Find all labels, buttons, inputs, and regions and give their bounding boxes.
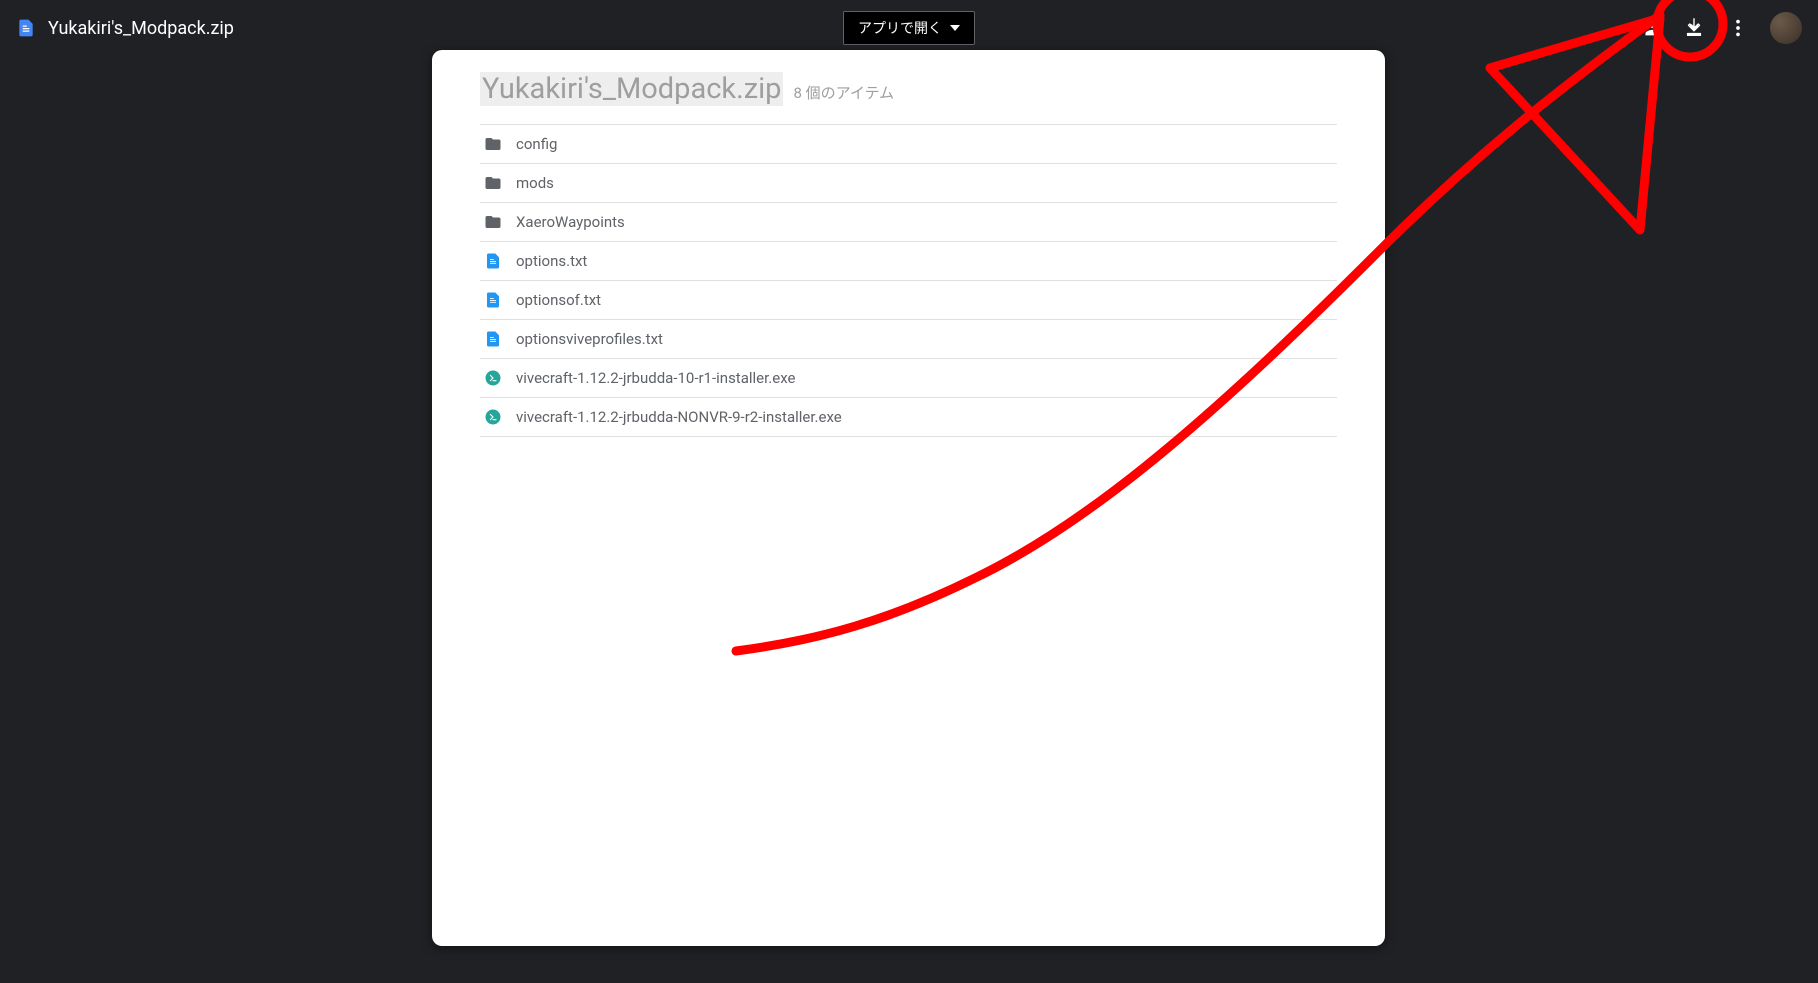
open-with-section: アプリで開く — [843, 11, 975, 45]
file-item[interactable]: mods — [480, 164, 1337, 203]
file-item[interactable]: optionsof.txt — [480, 281, 1337, 320]
open-with-label: アプリで開く — [858, 18, 942, 38]
file-item-name: XaeroWaypoints — [516, 213, 625, 231]
file-item[interactable]: vivecraft-1.12.2-jrbudda-10-r1-installer… — [480, 359, 1337, 398]
file-item-name: config — [516, 135, 557, 153]
file-item-name: optionsof.txt — [516, 291, 601, 309]
file-item[interactable]: config — [480, 125, 1337, 164]
archive-title: Yukakiri's_Modpack.zip — [480, 72, 783, 106]
add-people-button[interactable] — [1638, 16, 1662, 40]
download-icon — [1683, 17, 1705, 39]
item-count-label: 8 個のアイテム — [793, 82, 894, 103]
more-vertical-icon — [1727, 17, 1749, 39]
card-header: Yukakiri's_Modpack.zip 8 個のアイテム — [480, 72, 1337, 125]
executable-icon — [484, 369, 502, 387]
chevron-down-icon — [950, 23, 960, 33]
file-item-name: vivecraft-1.12.2-jrbudda-NONVR-9-r2-inst… — [516, 408, 842, 426]
file-item-name: options.txt — [516, 252, 587, 270]
archive-content-card: Yukakiri's_Modpack.zip 8 個のアイテム config mo… — [432, 50, 1385, 946]
file-list: config mods XaeroWaypoints options.txt optio… — [480, 125, 1337, 437]
file-item-name: optionsviveprofiles.txt — [516, 330, 663, 348]
more-options-button[interactable] — [1726, 16, 1750, 40]
folder-icon — [484, 135, 502, 153]
top-bar: Yukakiri's_Modpack.zip アプリで開く — [0, 0, 1818, 56]
document-icon — [16, 16, 36, 40]
file-item[interactable]: vivecraft-1.12.2-jrbudda-NONVR-9-r2-inst… — [480, 398, 1337, 437]
file-title-section: Yukakiri's_Modpack.zip — [16, 16, 234, 40]
file-item[interactable]: options.txt — [480, 242, 1337, 281]
executable-icon — [484, 408, 502, 426]
add-person-icon — [1639, 17, 1661, 39]
file-item[interactable]: XaeroWaypoints — [480, 203, 1337, 242]
download-button[interactable] — [1682, 16, 1706, 40]
document-icon — [484, 291, 502, 309]
open-with-button[interactable]: アプリで開く — [843, 11, 975, 45]
file-item-name: mods — [516, 174, 554, 192]
document-icon — [484, 330, 502, 348]
avatar[interactable] — [1770, 12, 1802, 44]
actions-section — [1638, 12, 1802, 44]
file-item-name: vivecraft-1.12.2-jrbudda-10-r1-installer… — [516, 369, 795, 387]
folder-icon — [484, 213, 502, 231]
page-title: Yukakiri's_Modpack.zip — [48, 18, 234, 39]
folder-icon — [484, 174, 502, 192]
file-item[interactable]: optionsviveprofiles.txt — [480, 320, 1337, 359]
document-icon — [484, 252, 502, 270]
